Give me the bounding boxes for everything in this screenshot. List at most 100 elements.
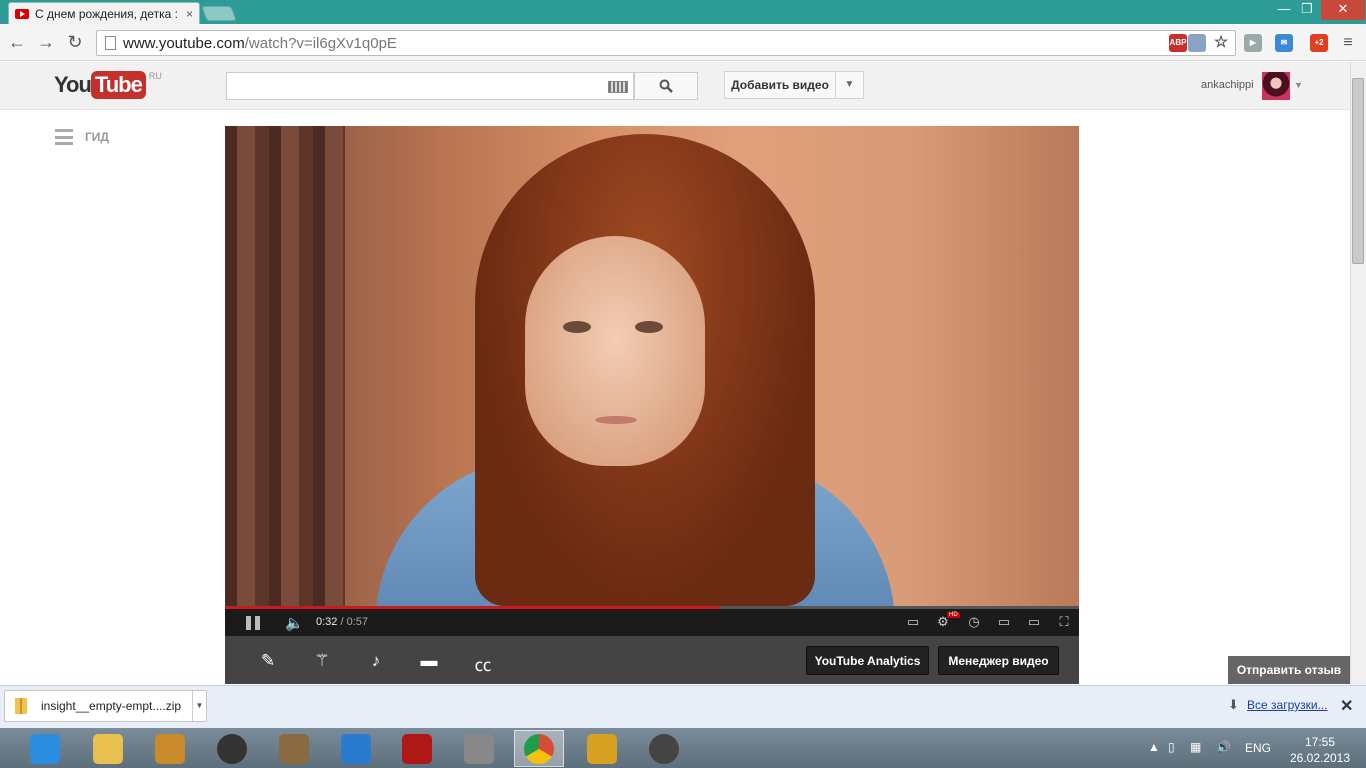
menu-icon[interactable]: ≡: [1339, 34, 1357, 52]
enhancements-wand-icon[interactable]: ⚚: [310, 651, 334, 671]
keyboard-icon[interactable]: [608, 81, 628, 93]
tab-close-icon[interactable]: ×: [186, 7, 193, 21]
small-player-icon[interactable]: ▭: [994, 614, 1014, 630]
taskbar-app-5[interactable]: [331, 730, 381, 767]
download-item[interactable]: insight__empty-empt....zip ▼: [4, 690, 207, 722]
adblock-icon[interactable]: ABP: [1169, 34, 1187, 52]
recording-app-icon: [649, 733, 679, 764]
search-button[interactable]: [634, 72, 698, 100]
large-player-icon[interactable]: ▭: [1024, 614, 1044, 630]
video-manager-button[interactable]: Менеджер видео: [938, 646, 1059, 675]
username[interactable]: ankachippi: [1201, 79, 1254, 91]
time-separator: /: [337, 616, 347, 628]
taskbar-app-10[interactable]: [639, 730, 689, 767]
taskbar-app-6[interactable]: [392, 730, 442, 767]
forward-button[interactable]: →: [35, 31, 57, 53]
account-chevron-icon[interactable]: ▼: [1294, 80, 1303, 90]
fullscreen-icon[interactable]: ⛶: [1054, 614, 1074, 630]
url-host: www.youtube.com: [123, 34, 245, 52]
current-time: 0:32: [316, 616, 338, 628]
hd-badge: HD: [947, 612, 960, 618]
back-button[interactable]: ←: [6, 31, 28, 53]
internet-explorer-icon: [30, 733, 60, 764]
logo-you: You: [54, 72, 92, 97]
new-tab-button[interactable]: [201, 6, 237, 21]
address-bar[interactable]: www.youtube.com/watch?v=il6gXv1q0pE: [96, 30, 1236, 56]
guide-label[interactable]: ГИД: [85, 130, 109, 144]
taskbar-app-2[interactable]: [145, 730, 195, 767]
clock-date: 26.02.2013: [1289, 751, 1351, 765]
youtube-favicon-icon: [15, 8, 29, 19]
youtube-analytics-button[interactable]: YouTube Analytics: [806, 646, 929, 675]
media-app-icon: [155, 733, 185, 764]
youtube-logo[interactable]: You Tube RU: [54, 71, 162, 99]
video-eye: [563, 321, 591, 333]
zip-file-icon: [15, 698, 27, 714]
audio-note-icon[interactable]: ♪: [364, 651, 388, 671]
tray-network-icon[interactable]: ▦: [1190, 740, 1201, 754]
url-path: /watch?v=il6gXv1q0pE: [244, 34, 397, 52]
video-mouth: [595, 416, 637, 424]
reload-button[interactable]: ↻: [64, 31, 86, 53]
tray-volume-icon[interactable]: 🔊: [1216, 740, 1231, 754]
taskbar-app-3[interactable]: [207, 730, 257, 767]
time-display: 0:32 / 0:57: [316, 616, 368, 628]
video-eye: [635, 321, 663, 333]
video-frame[interactable]: [225, 126, 1079, 606]
logo-region: RU: [148, 71, 162, 81]
taskbar-app-9[interactable]: [577, 730, 627, 767]
logo-tube: Tube: [90, 71, 146, 99]
taskbar-app-7[interactable]: [454, 730, 504, 767]
captions-cc-icon[interactable]: ㏄: [471, 651, 495, 676]
mail-extension-icon[interactable]: ✉: [1275, 34, 1293, 52]
search-icon: [659, 79, 673, 93]
tray-show-hidden-icon[interactable]: ▲: [1148, 740, 1160, 754]
avatar[interactable]: [1262, 72, 1290, 100]
search-input[interactable]: [226, 72, 634, 100]
download-arrow-icon: ⬇: [1228, 697, 1239, 712]
star-icon[interactable]: ☆: [1212, 34, 1230, 52]
input-language[interactable]: ENG: [1245, 741, 1271, 755]
close-download-bar-icon[interactable]: ✕: [1340, 696, 1353, 716]
notification-extension-icon[interactable]: +2: [1310, 34, 1328, 52]
restore-button[interactable]: ❐: [1293, 0, 1321, 20]
taskbar-app-8[interactable]: [514, 730, 564, 767]
close-window-button[interactable]: ✕: [1321, 0, 1365, 20]
add-video-button[interactable]: Добавить видео: [724, 71, 836, 99]
download-menu-chevron-icon[interactable]: ▼: [192, 691, 206, 721]
video-face: [525, 236, 705, 466]
download-filename: insight__empty-empt....zip: [41, 699, 182, 713]
clock-time: 17:55: [1304, 735, 1336, 749]
video-curtain: [225, 126, 345, 606]
document-app-icon: [279, 733, 309, 764]
grid-app-icon: [464, 733, 494, 764]
annotations-icon[interactable]: ▬: [417, 651, 441, 671]
chrome-icon: [524, 733, 554, 764]
chevron-down-icon[interactable]: ▼: [835, 71, 864, 99]
play-extension-icon[interactable]: ▶: [1244, 34, 1262, 52]
power-app-icon: [402, 733, 432, 764]
winamp-icon: [587, 733, 617, 764]
browser-tab-active[interactable]: С днем рождения, детка : ×: [8, 2, 200, 24]
tab-title: С днем рождения, детка :: [35, 6, 178, 21]
pause-icon[interactable]: [246, 616, 260, 630]
subtitles-icon[interactable]: ▭: [903, 614, 923, 630]
taskbar-app-1[interactable]: [83, 730, 133, 767]
page-icon: [105, 36, 116, 50]
duration: 0:57: [346, 616, 369, 628]
guide-menu-icon[interactable]: [55, 129, 73, 145]
watch-later-icon[interactable]: ◷: [964, 614, 984, 630]
edit-pencil-icon[interactable]: ✎: [256, 651, 280, 671]
clock[interactable]: 17:55 26.02.2013: [1285, 734, 1355, 766]
scrollbar-thumb[interactable]: [1352, 78, 1364, 264]
tray-device-icon[interactable]: ▯: [1168, 740, 1175, 754]
speaker-app-icon: [217, 733, 247, 764]
page-action-icon[interactable]: [1188, 34, 1206, 52]
taskbar-app-0[interactable]: [20, 730, 70, 767]
volume-icon[interactable]: 🔈: [285, 614, 304, 632]
show-all-downloads-link[interactable]: Все загрузки...: [1247, 698, 1328, 712]
send-feedback-button[interactable]: Отправить отзыв: [1228, 656, 1350, 684]
file-explorer-icon: [93, 733, 123, 764]
taskbar-app-4[interactable]: [269, 730, 319, 767]
settings-app-icon: [341, 733, 371, 764]
